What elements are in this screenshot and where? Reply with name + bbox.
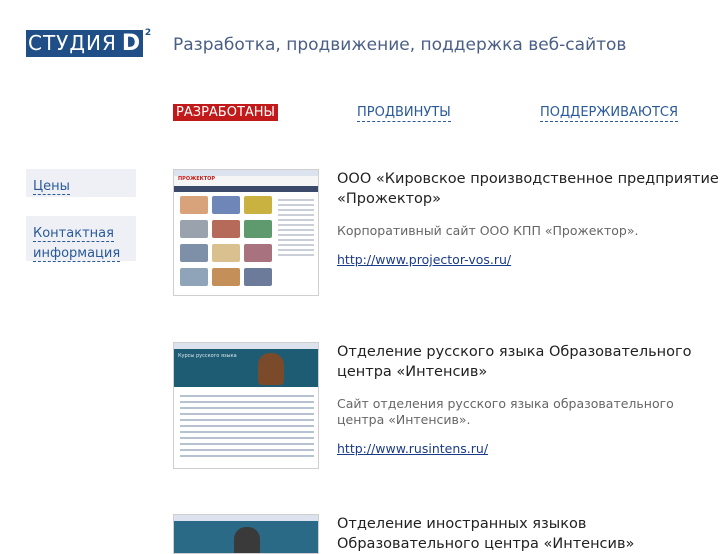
thumb-banner: Курсы русского языка	[174, 349, 318, 387]
studio-logo[interactable]: СТУДИЯ D 2	[26, 28, 151, 57]
project-item: Курсы русского языка Отделение русского …	[173, 342, 718, 472]
project-thumbnail[interactable]: Курсы русского языка	[173, 342, 319, 469]
thumb-person-image	[258, 353, 284, 385]
project-title: ООО «Кировское производственное предприя…	[337, 171, 719, 207]
thumb-product-grid	[180, 196, 272, 288]
thumb-nav-stripe	[174, 186, 318, 192]
thumb-content	[180, 391, 314, 463]
thumb-person-image	[234, 527, 260, 553]
project-title: Отделение русского языка Образовательног…	[337, 344, 692, 380]
sidebar-link-prices[interactable]: Цены	[33, 179, 70, 195]
project-thumbnail[interactable]	[173, 514, 319, 554]
logo-letter: D	[120, 30, 144, 57]
project-thumbnail[interactable]: ПРОЖЕКТОР	[173, 169, 319, 296]
logo-text: СТУДИЯ	[26, 30, 121, 57]
project-title: Отделение иностранных языков Образовател…	[337, 516, 635, 552]
site-tagline: Разработка, продвижение, поддержка веб-с…	[173, 35, 627, 55]
project-description: Сайт отделения русского языка образовате…	[337, 396, 674, 427]
thumb-brand: Курсы русского языка	[178, 353, 237, 359]
sidebar-item-contacts: Контактная информация	[26, 216, 136, 262]
project-item: ПРОЖЕКТОР ООО «Кировское производственно…	[173, 169, 719, 299]
logo-superscript: 2	[144, 28, 152, 38]
sidebar-link-contacts[interactable]: Контактная информация	[33, 226, 121, 262]
thumb-header: ПРОЖЕКТОР	[174, 176, 318, 186]
project-url[interactable]: http://www.projector-vos.ru/	[337, 252, 511, 267]
project-description: Корпоративный сайт ООО КПП «Прожектор».	[337, 223, 639, 238]
tab-developed[interactable]: РАЗРАБОТАНЫ	[173, 104, 279, 121]
sidebar-item-prices: Цены	[26, 169, 136, 197]
project-url[interactable]: http://www.rusintens.ru/	[337, 441, 488, 456]
project-item: Отделение иностранных языков Образовател…	[173, 514, 718, 554]
thumb-side-column	[278, 196, 314, 288]
thumb-brand: ПРОЖЕКТОР	[178, 176, 216, 182]
tab-promoted[interactable]: ПРОДВИНУТЫ	[357, 105, 451, 122]
tab-supported[interactable]: ПОДДЕРЖИВАЮТСЯ	[540, 105, 678, 122]
